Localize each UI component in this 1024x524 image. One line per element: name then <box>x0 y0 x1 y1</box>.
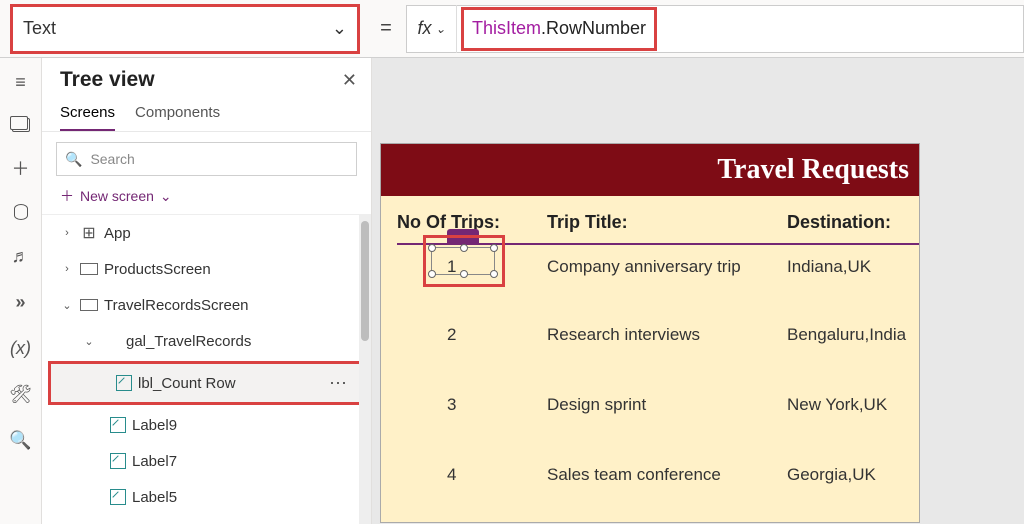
cell-dest: Georgia,UK <box>787 465 919 485</box>
left-rail: ≡ ＋ ♬ » (x) 🛠 🔍 <box>0 58 42 524</box>
app-title: Travel Requests <box>381 144 919 196</box>
new-screen-label: New screen <box>80 188 154 204</box>
tree-label: lbl_Count Row <box>138 375 236 392</box>
tree-item-lbl-count[interactable]: lbl_Count Row ⋯ <box>48 361 365 405</box>
app-preview[interactable]: Travel Requests No Of Trips: Trip Title:… <box>380 143 920 523</box>
formula-token-rest: .RowNumber <box>541 18 646 39</box>
screen-icon <box>80 263 98 275</box>
hamburger-icon[interactable]: ≡ <box>11 72 31 92</box>
formula-input[interactable]: ThisItem.RowNumber <box>461 7 657 51</box>
chevron-down-icon: ⌄ <box>332 18 347 39</box>
screen-icon <box>80 299 98 311</box>
resize-handle[interactable] <box>490 270 498 278</box>
cell-title: Company anniversary trip <box>547 257 787 277</box>
chevron-down-icon: ⌄ <box>435 22 445 36</box>
cell-title: Sales team conference <box>547 465 787 485</box>
tree-item-label5[interactable]: Label5 <box>42 479 371 515</box>
chevron-right-icon: › <box>60 227 74 239</box>
tree-label: App <box>104 225 131 242</box>
data-icon[interactable] <box>14 204 28 220</box>
chevron-right-icon: › <box>60 263 74 275</box>
gallery-row[interactable]: 2 Research interviews Bengaluru,India <box>397 313 919 383</box>
gallery-icon <box>102 332 120 350</box>
tree-label: Label5 <box>132 489 177 506</box>
gallery-row[interactable]: 4 Sales team conference Georgia,UK <box>397 453 919 523</box>
flows-icon[interactable]: » <box>11 292 31 312</box>
chevron-down-icon: ⌄ <box>160 188 172 205</box>
fx-icon: fx <box>417 18 431 39</box>
canvas[interactable]: Travel Requests No Of Trips: Trip Title:… <box>372 58 1024 524</box>
formula-token-thisitem: ThisItem <box>472 18 541 39</box>
label-icon <box>110 489 126 505</box>
property-selector[interactable]: Text ⌄ <box>10 4 360 54</box>
resize-handle[interactable] <box>460 270 468 278</box>
resize-handle[interactable] <box>460 244 468 252</box>
cell-no: 2 <box>397 325 547 345</box>
equals-label: = <box>366 17 406 40</box>
tree-item-travel[interactable]: ⌄ TravelRecordsScreen <box>42 287 371 323</box>
property-selector-value: Text <box>23 18 56 39</box>
tree-label: gal_TravelRecords <box>126 333 251 350</box>
insert-icon[interactable]: ＋ <box>11 158 31 178</box>
tab-components[interactable]: Components <box>135 96 220 131</box>
selection-handles[interactable] <box>431 247 495 275</box>
cell-dest: New York,UK <box>787 395 919 415</box>
tab-screens[interactable]: Screens <box>60 96 115 131</box>
search-icon[interactable]: 🔍 <box>11 430 31 450</box>
tree-item-app[interactable]: › ⊞ App <box>42 215 371 251</box>
tree-label: Label7 <box>132 453 177 470</box>
gallery-row[interactable]: 3 Design sprint New York,UK <box>397 383 919 453</box>
more-icon[interactable]: ⋯ <box>329 373 347 394</box>
tree-item-products[interactable]: › ProductsScreen <box>42 251 371 287</box>
cell-no: 4 <box>397 465 547 485</box>
variables-icon[interactable]: (x) <box>11 338 31 358</box>
cell-dest: Indiana,UK <box>787 257 919 277</box>
chevron-down-icon: ⌄ <box>82 335 96 348</box>
tree-item-label7[interactable]: Label7 <box>42 443 371 479</box>
label-icon <box>110 453 126 469</box>
search-icon: 🔍 <box>65 151 82 168</box>
chevron-down-icon: ⌄ <box>60 299 74 312</box>
search-input[interactable]: 🔍 Search <box>56 142 357 176</box>
label-icon <box>116 375 132 391</box>
media-icon[interactable]: ♬ <box>11 246 31 266</box>
label-icon <box>110 417 126 433</box>
search-placeholder: Search <box>90 151 134 167</box>
col-header-dest: Destination: <box>787 212 919 233</box>
resize-handle[interactable] <box>428 270 436 278</box>
cell-title: Research interviews <box>547 325 787 345</box>
tree-scrollbar[interactable] <box>359 215 371 524</box>
col-header-title: Trip Title: <box>547 212 787 233</box>
cell-no: 3 <box>397 395 547 415</box>
cell-dest: Bengaluru,India <box>787 325 919 345</box>
tree-item-gallery[interactable]: ⌄ gal_TravelRecords <box>42 323 371 359</box>
gallery-row[interactable]: 1 Company anniversary trip Indiana,UK <box>397 243 919 313</box>
tree-label: TravelRecordsScreen <box>104 297 249 314</box>
cell-title: Design sprint <box>547 395 787 415</box>
plus-icon: ＋ <box>60 186 74 206</box>
new-screen-button[interactable]: ＋ New screen ⌄ <box>42 182 371 214</box>
close-icon[interactable]: ✕ <box>342 70 357 91</box>
app-icon: ⊞ <box>80 224 98 242</box>
fx-button[interactable]: fx ⌄ <box>407 5 457 53</box>
tree-label: ProductsScreen <box>104 261 211 278</box>
settings-icon[interactable]: 🛠 <box>11 384 31 404</box>
resize-handle[interactable] <box>428 244 436 252</box>
tree-item-label9[interactable]: Label9 <box>42 407 371 443</box>
panel-title: Tree view <box>60 68 155 92</box>
resize-handle[interactable] <box>490 244 498 252</box>
tree-icon[interactable] <box>12 118 30 132</box>
tree-label: Label9 <box>132 417 177 434</box>
